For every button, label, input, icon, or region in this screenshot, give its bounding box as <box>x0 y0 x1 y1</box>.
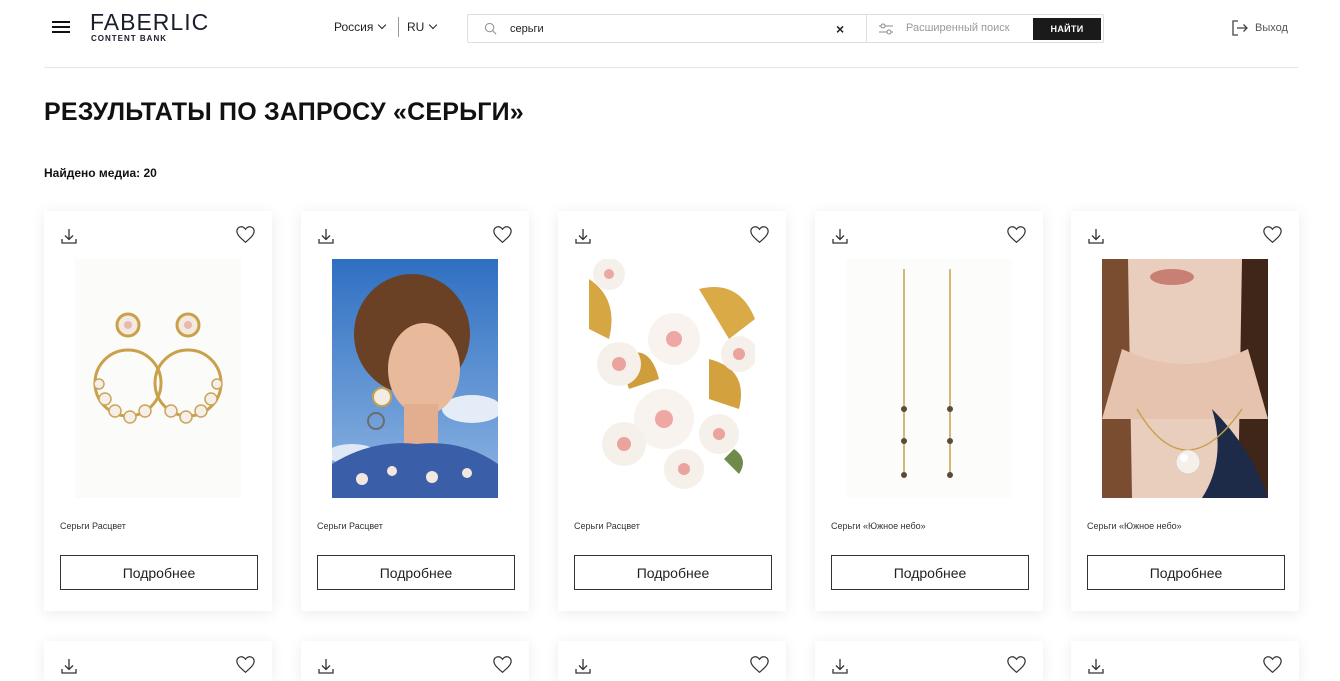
chevron-down-icon <box>429 20 438 30</box>
details-button[interactable]: Подробнее <box>1087 555 1285 590</box>
logout-button[interactable]: Выход <box>1231 19 1288 37</box>
heart-icon[interactable] <box>235 655 256 674</box>
logout-label: Выход <box>1255 22 1288 34</box>
logo-subtitle: CONTENT BANK <box>91 34 167 43</box>
search-bar: × Расширенный поиск НАЙТИ <box>467 14 1104 43</box>
logo[interactable]: FABERLIC CONTENT BANK <box>90 10 209 43</box>
media-card <box>558 641 786 681</box>
media-card <box>301 641 529 681</box>
product-image[interactable] <box>846 259 1012 498</box>
heart-icon[interactable] <box>1262 225 1283 244</box>
logout-icon <box>1232 20 1248 36</box>
details-button[interactable]: Подробнее <box>831 555 1029 590</box>
find-button[interactable]: НАЙТИ <box>1033 18 1101 40</box>
media-card: Серьги Расцвет Подробнее <box>44 211 272 611</box>
download-icon[interactable] <box>1087 657 1105 675</box>
product-image[interactable] <box>75 259 241 498</box>
card-title: Серьги Расцвет <box>574 521 640 531</box>
download-icon[interactable] <box>60 657 78 675</box>
product-image[interactable] <box>332 259 498 498</box>
card-title: Серьги «Южное небо» <box>1087 521 1182 531</box>
media-card: Серьги «Южное небо» Подробнее <box>815 211 1043 611</box>
divider <box>398 17 399 37</box>
advanced-search-link[interactable]: Расширенный поиск <box>906 22 1010 34</box>
heart-icon[interactable] <box>1006 225 1027 244</box>
product-image[interactable] <box>1102 259 1268 498</box>
country-select[interactable]: Россия <box>334 20 387 34</box>
heart-icon[interactable] <box>492 225 513 244</box>
card-title: Серьги Расцвет <box>317 521 383 531</box>
page-title: РЕЗУЛЬТАТЫ ПО ЗАПРОСУ «СЕРЬГИ» <box>44 98 524 126</box>
product-image[interactable] <box>589 259 755 498</box>
heart-icon[interactable] <box>749 655 770 674</box>
download-icon[interactable] <box>574 657 592 675</box>
download-icon[interactable] <box>1087 227 1105 245</box>
country-label: Россия <box>334 20 374 34</box>
chevron-down-icon <box>378 20 387 30</box>
media-card: Серьги Расцвет Подробнее <box>301 211 529 611</box>
heart-icon[interactable] <box>492 655 513 674</box>
results-count: Найдено медиа: 20 <box>44 166 157 180</box>
download-icon[interactable] <box>317 227 335 245</box>
heart-icon[interactable] <box>235 225 256 244</box>
card-title: Серьги Расцвет <box>60 521 126 531</box>
language-select[interactable]: RU <box>407 20 438 34</box>
download-icon[interactable] <box>574 227 592 245</box>
search-input[interactable] <box>510 19 810 39</box>
download-icon[interactable] <box>60 227 78 245</box>
search-icon <box>484 22 497 35</box>
details-button[interactable]: Подробнее <box>60 555 258 590</box>
media-card: Серьги Расцвет Подробнее <box>558 211 786 611</box>
media-card <box>1071 641 1299 681</box>
header: FABERLIC CONTENT BANK Россия RU × Расшир… <box>0 0 1340 68</box>
media-card <box>815 641 1043 681</box>
heart-icon[interactable] <box>749 225 770 244</box>
download-icon[interactable] <box>317 657 335 675</box>
filter-sliders-icon[interactable] <box>878 21 894 37</box>
logo-brand: FABERLIC <box>90 9 210 35</box>
download-icon[interactable] <box>831 227 849 245</box>
language-label: RU <box>407 20 425 34</box>
menu-icon[interactable] <box>52 19 70 35</box>
download-icon[interactable] <box>831 657 849 675</box>
header-divider <box>44 67 1298 68</box>
heart-icon[interactable] <box>1262 655 1283 674</box>
media-card <box>44 641 272 681</box>
divider <box>866 15 867 42</box>
media-card: Серьги «Южное небо» Подробнее <box>1071 211 1299 611</box>
details-button[interactable]: Подробнее <box>317 555 515 590</box>
heart-icon[interactable] <box>1006 655 1027 674</box>
clear-search-button[interactable]: × <box>836 21 844 37</box>
card-title: Серьги «Южное небо» <box>831 521 926 531</box>
details-button[interactable]: Подробнее <box>574 555 772 590</box>
